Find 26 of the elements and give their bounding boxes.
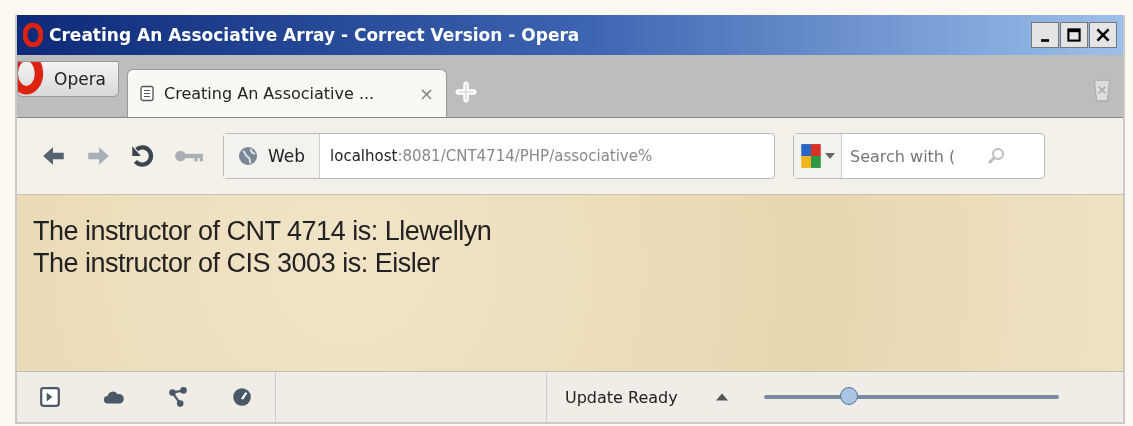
browser-tab[interactable]: Creating An Associative ... ×: [127, 69, 448, 117]
speed-dial-icon[interactable]: [231, 386, 253, 408]
close-button[interactable]: [1089, 22, 1117, 48]
window-title: Creating An Associative Array - Correct Version - Opera: [49, 25, 580, 45]
text-line: The instructor of CNT 4714 is: Llewellyn: [33, 215, 493, 247]
text-line: The instructor of CIS 3003 is: Eisler: [33, 247, 441, 279]
dropdown-icon: [825, 153, 835, 159]
opera-menu-button[interactable]: Opera: [17, 61, 120, 97]
search-engine-icon: [800, 143, 822, 169]
logo-icon: [18, 62, 46, 96]
status-text: Update Ready: [565, 387, 678, 407]
search-engine-button[interactable]: [794, 134, 842, 178]
logo-icon: [23, 23, 43, 47]
maximize-icon: [1067, 28, 1081, 42]
minimize-icon: [1041, 38, 1049, 42]
expand-icon[interactable]: [715, 393, 728, 401]
close-icon: [1096, 28, 1110, 42]
tab-title: Creating An Associative ...: [164, 84, 375, 103]
zoom-slider[interactable]: [763, 387, 1059, 407]
reload-icon[interactable]: [129, 143, 155, 169]
page-icon: [140, 85, 155, 102]
panel-icon[interactable]: [39, 386, 61, 408]
zoom-slider-thumb[interactable]: [840, 387, 859, 405]
minimize-button[interactable]: [1031, 22, 1059, 48]
share-icon[interactable]: [167, 386, 189, 408]
maximize-button[interactable]: [1060, 22, 1088, 48]
